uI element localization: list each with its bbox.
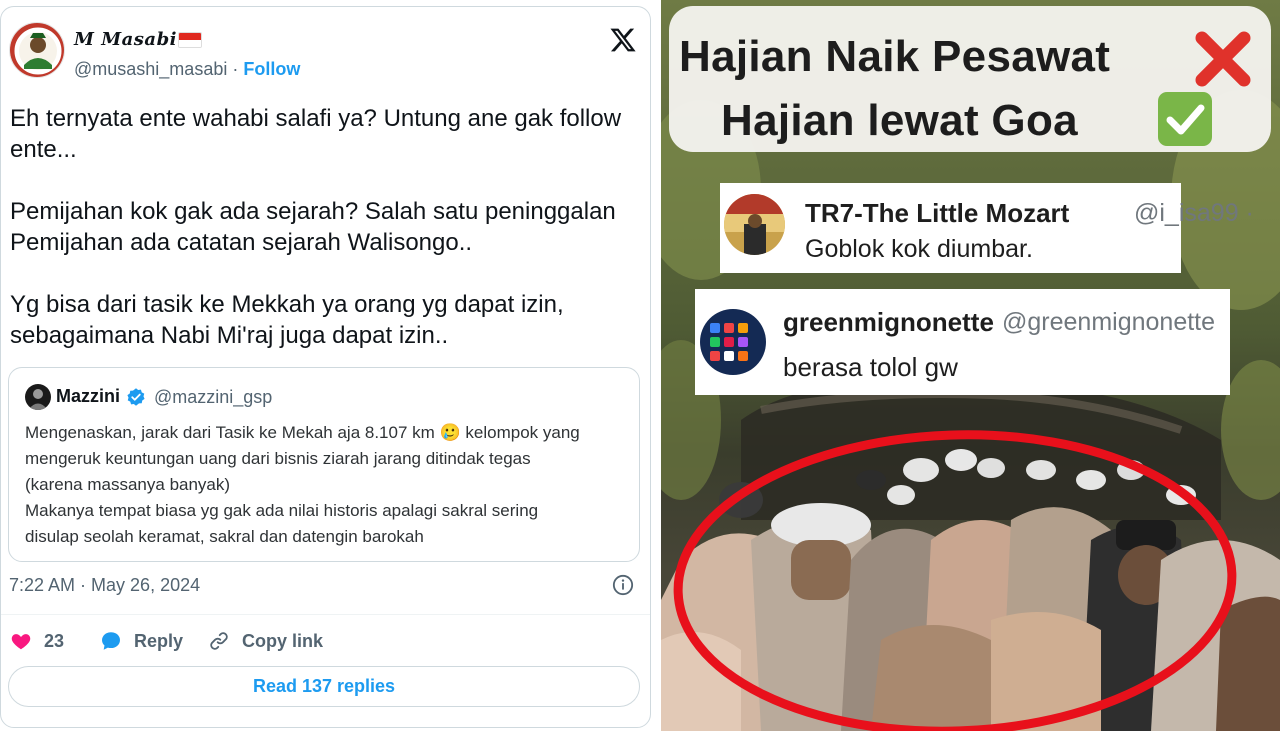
quoted-author-handle[interactable]: @mazzini_gsp — [154, 387, 272, 408]
info-icon[interactable] — [612, 574, 634, 596]
copy-link-button[interactable]: Copy link — [208, 626, 323, 656]
reply-text: berasa tolol gw — [783, 352, 958, 382]
quoted-author-avatar[interactable] — [25, 384, 51, 410]
quoted-text-line: Mengenaskan, jarak dari Tasik ke Mekah a… — [25, 423, 580, 442]
reply-author-handle: @greenmignonette — [1002, 308, 1216, 336]
like-button[interactable]: 23 — [10, 626, 64, 656]
reply-bubble-icon — [102, 632, 120, 650]
reply-label: Reply — [134, 630, 184, 651]
follow-button[interactable]: Follow — [243, 59, 300, 79]
reply-author-name: greenmignonette — [783, 307, 994, 337]
tweet-card: M Masabi @musashi_masabi · Follow Eh ter… — [0, 0, 655, 731]
quoted-author-name[interactable]: Mazzini — [56, 386, 120, 407]
verified-badge-icon — [126, 387, 146, 407]
quoted-text-line: (karena massanya banyak) — [25, 475, 231, 494]
quoted-text-line: disulap seolah keramat, sakral dan daten… — [25, 527, 424, 546]
caption-line-cave: Hajian lewat Goa — [721, 96, 1078, 145]
author-avatar[interactable] — [9, 22, 65, 78]
reply-author-avatar — [724, 194, 785, 255]
quoted-tweet-text: Mengenaskan, jarak dari Tasik ke Mekah a… — [25, 420, 631, 550]
video-still: Hajian Naik Pesawat Hajian lewat Goa TR7… — [661, 0, 1280, 731]
reply-card: greenmignonette @greenmignonette berasa … — [695, 289, 1230, 395]
heart-icon — [11, 634, 31, 650]
link-icon — [210, 632, 228, 650]
author-display-name[interactable]: M Masabi — [74, 29, 177, 50]
handle-separator: · — [227, 59, 244, 79]
caption-box: Hajian Naik Pesawat Hajian lewat Goa — [669, 6, 1271, 152]
quoted-text-line: Makanya tempat biasa yg gak ada nilai hi… — [25, 501, 539, 520]
like-count: 23 — [44, 630, 65, 651]
copy-link-label: Copy link — [242, 630, 324, 651]
reply-author-handle: @i_isa99 · — [1134, 199, 1254, 227]
author-handle[interactable]: @musashi_masabi — [74, 59, 227, 79]
tweet-timestamp[interactable]: 7:22 AM · May 26, 2024 — [9, 575, 200, 596]
check-mark-icon — [1158, 92, 1212, 146]
caption-line-plane: Hajian Naik Pesawat — [679, 32, 1111, 81]
tweet-paragraph: Eh ternyata ente wahabi salafi ya? Untun… — [10, 105, 622, 163]
x-logo-icon[interactable] — [609, 26, 637, 54]
read-replies-button[interactable]: Read 137 replies — [8, 666, 640, 707]
reply-text: Goblok kok diumbar. — [805, 235, 1033, 263]
reply-author-name: TR7-The Little Mozart — [805, 198, 1070, 228]
tweet-body: Eh ternyata ente wahabi salafi ya? Untun… — [10, 103, 640, 351]
author-handle-line: @musashi_masabi · Follow — [74, 59, 300, 80]
reply-button[interactable]: Reply — [100, 626, 183, 656]
tweet-paragraph: Pemijahan kok gak ada sejarah? Salah sat… — [10, 198, 616, 256]
quoted-tweet[interactable]: Mazzini @mazzini_gsp Mengenaskan, jarak … — [8, 367, 640, 562]
tweet-actions: 23 Reply Copy link — [8, 626, 648, 656]
quoted-text-line: mengeruk keuntungan uang dari bisnis zia… — [25, 449, 531, 468]
indonesia-flag-icon — [178, 32, 202, 48]
cross-mark-icon — [1195, 31, 1251, 87]
tweet-paragraph: Yg bisa dari tasik ke Mekkah ya orang yg… — [10, 291, 564, 349]
divider — [1, 614, 650, 615]
reply-card: TR7-The Little Mozart @i_isa99 · Goblok … — [720, 183, 1254, 273]
reply-author-avatar — [700, 309, 766, 375]
